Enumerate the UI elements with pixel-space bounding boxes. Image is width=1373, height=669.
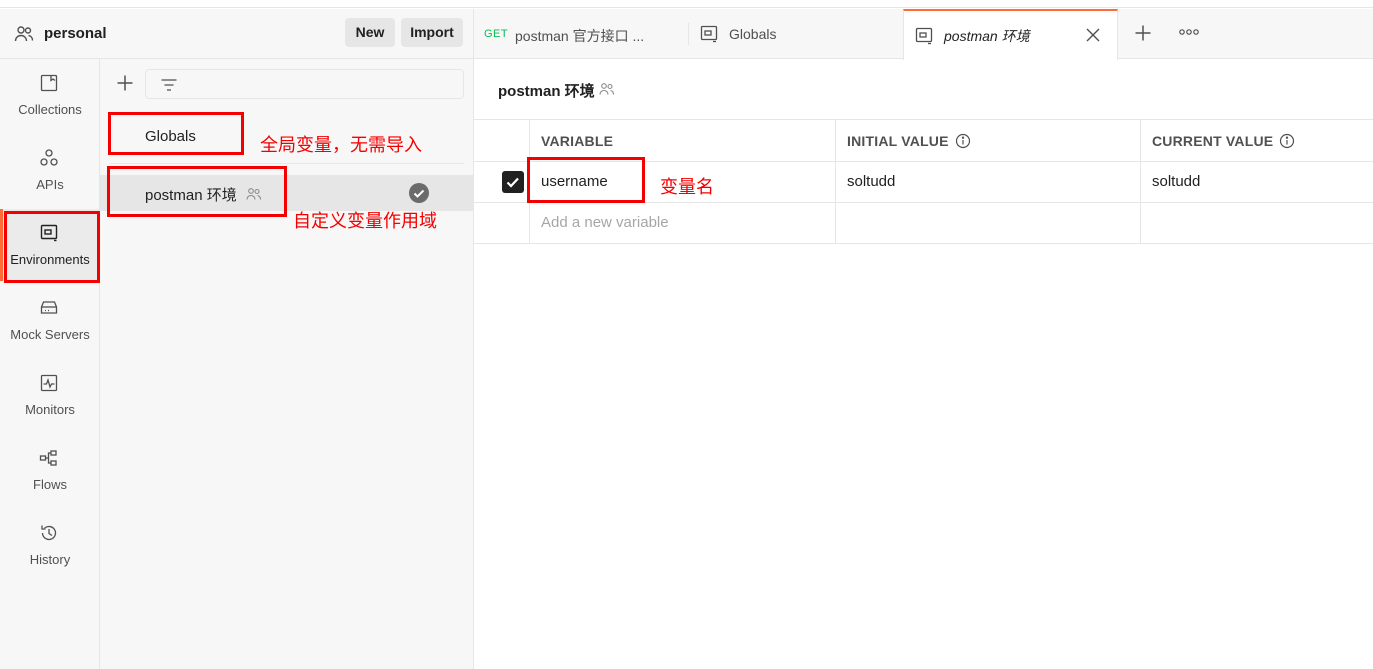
active-environment-check-icon[interactable] bbox=[409, 183, 429, 203]
current-value: soltudd bbox=[1152, 173, 1201, 190]
environment-tab-icon bbox=[915, 27, 933, 45]
shared-people-icon bbox=[246, 188, 262, 200]
sidebar-item-monitors[interactable]: Monitors bbox=[0, 359, 100, 431]
add-environment-icon[interactable] bbox=[116, 74, 134, 92]
filter-input[interactable] bbox=[145, 69, 464, 99]
info-icon[interactable] bbox=[955, 133, 971, 149]
header-cell-checkbox bbox=[474, 120, 530, 161]
environment-title[interactable]: postman 环境 bbox=[498, 80, 595, 101]
variable-name: username bbox=[541, 173, 608, 190]
info-icon[interactable] bbox=[1279, 133, 1295, 149]
annotation-globals-note: 全局变量，无需导入 bbox=[260, 135, 422, 156]
workspace-people-icon bbox=[14, 26, 34, 42]
window-top-strip bbox=[0, 0, 1373, 8]
current-value-cell[interactable] bbox=[1141, 203, 1373, 243]
tab-globals[interactable]: Globals bbox=[688, 9, 903, 59]
new-button[interactable]: New bbox=[345, 18, 395, 47]
monitors-icon bbox=[40, 374, 58, 392]
add-variable-placeholder: Add a new variable bbox=[541, 214, 669, 231]
workspace-name[interactable]: personal bbox=[44, 25, 107, 42]
sidebar-item-label: Collections bbox=[18, 102, 82, 117]
annotation-env-note: 自定义变量作用域 bbox=[293, 211, 437, 232]
current-value-cell[interactable]: soltudd bbox=[1141, 162, 1373, 202]
column-header: CURRENT VALUE bbox=[1152, 133, 1295, 149]
table-header: VARIABLE INITIAL VALUE CURRENT VALUE bbox=[474, 119, 1373, 162]
shared-people-icon bbox=[599, 83, 615, 95]
sidebar-item-flows[interactable]: Flows bbox=[0, 434, 100, 506]
environment-tab-icon bbox=[700, 25, 718, 43]
apis-icon bbox=[40, 149, 58, 166]
header-cell-variable: VARIABLE bbox=[530, 120, 836, 161]
column-header-text: CURRENT VALUE bbox=[1152, 133, 1274, 149]
history-icon bbox=[41, 525, 57, 541]
more-options-icon[interactable] bbox=[1178, 25, 1200, 39]
add-tab-icon[interactable] bbox=[1134, 24, 1152, 42]
column-header-text: INITIAL VALUE bbox=[847, 133, 949, 149]
close-tab-icon[interactable] bbox=[1084, 26, 1102, 44]
tab-postman-api[interactable]: GET postman 官方接口 ... bbox=[474, 9, 688, 59]
sidebar-item-label: History bbox=[29, 552, 71, 567]
tab-title: postman 环境 bbox=[944, 28, 1030, 44]
environment-name: Globals bbox=[145, 128, 196, 145]
header-cell-initial-value: INITIAL VALUE bbox=[836, 120, 1141, 161]
sidebar-item-label: APIs bbox=[36, 177, 64, 192]
sidebar-item-apis[interactable]: APIs bbox=[0, 134, 100, 206]
sidebar-item-label: Flows bbox=[33, 477, 67, 492]
filter-icon bbox=[161, 79, 177, 91]
flows-icon bbox=[39, 450, 57, 466]
sidebar-item-environments[interactable]: Environments bbox=[0, 209, 100, 281]
divider bbox=[110, 163, 464, 164]
sidebar-item-collections[interactable]: Collections bbox=[0, 59, 100, 131]
sidebar-rail: Collections APIs Environments Mock Serve… bbox=[0, 59, 100, 669]
sidebar-item-label: Environments bbox=[10, 252, 90, 267]
table-row-new: Add a new variable bbox=[474, 203, 1373, 244]
annotation-variable-note: 变量名 bbox=[660, 177, 714, 198]
sidebar-item-label: Monitors bbox=[25, 402, 75, 417]
initial-value-cell[interactable]: soltudd bbox=[836, 162, 1141, 202]
workspace-header: personal New Import bbox=[0, 9, 474, 59]
initial-value-cell[interactable] bbox=[836, 203, 1141, 243]
sidebar-item-history[interactable]: History bbox=[0, 509, 100, 581]
import-button[interactable]: Import bbox=[401, 18, 463, 47]
table-row: username soltudd soltudd bbox=[474, 162, 1373, 203]
tab-title: Globals bbox=[729, 26, 777, 42]
tab-bar: GET postman 官方接口 ... Globals postman 环境 bbox=[474, 9, 1373, 60]
tab-postman-env[interactable]: postman 环境 bbox=[903, 9, 1118, 60]
collections-icon bbox=[40, 74, 58, 92]
http-method-badge: GET bbox=[484, 28, 509, 40]
row-checkbox-cell bbox=[474, 203, 530, 243]
row-checkbox-cell bbox=[474, 162, 530, 202]
initial-value: soltudd bbox=[847, 173, 896, 190]
sidebar-item-mock-servers[interactable]: Mock Servers bbox=[0, 284, 100, 356]
column-header: VARIABLE bbox=[541, 133, 614, 149]
environment-item-postman[interactable]: postman 环境 bbox=[100, 175, 474, 211]
header-cell-current-value: CURRENT VALUE bbox=[1141, 120, 1373, 161]
enable-variable-checkbox[interactable] bbox=[502, 171, 524, 193]
add-variable-cell[interactable]: Add a new variable bbox=[530, 203, 836, 243]
tab-title: postman 官方接口 ... bbox=[515, 28, 645, 44]
environment-name: postman 环境 bbox=[145, 187, 237, 204]
mock-servers-icon bbox=[40, 301, 58, 314]
column-header: INITIAL VALUE bbox=[847, 133, 971, 149]
environments-icon bbox=[40, 224, 58, 242]
sidebar-item-label: Mock Servers bbox=[10, 327, 90, 342]
